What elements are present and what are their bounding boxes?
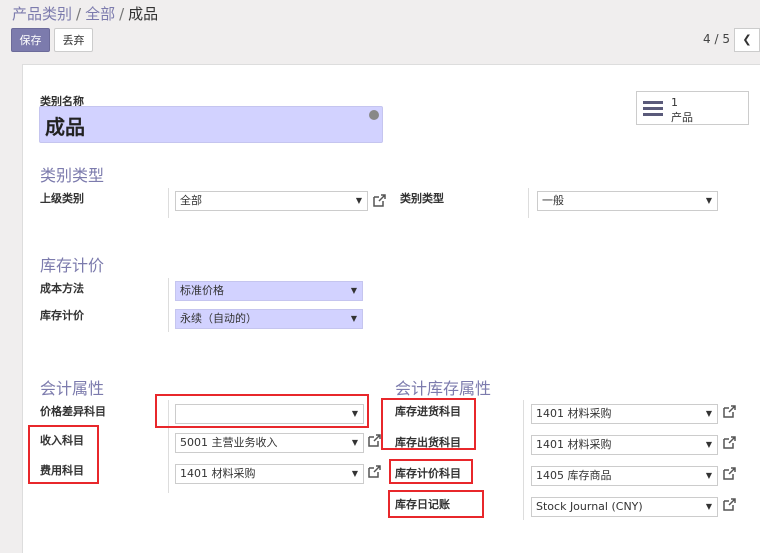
breadcrumb-separator: / <box>119 5 125 23</box>
category-name-input[interactable]: 成品 <box>39 106 383 143</box>
products-stat-button[interactable]: 1 产品 <box>636 91 749 125</box>
costing-method-value: 标准价格 <box>180 284 224 297</box>
caret-down-icon: ▼ <box>350 286 357 295</box>
inventory-valuation-label: 库存计价 <box>40 309 84 322</box>
caret-down-icon: ▼ <box>705 409 712 418</box>
external-link-icon[interactable] <box>722 498 736 512</box>
parent-category-value: 全部 <box>180 194 202 207</box>
field-divider <box>528 188 529 218</box>
external-link-icon[interactable] <box>722 405 736 419</box>
caret-down-icon: ▼ <box>351 469 358 478</box>
caret-down-icon: ▼ <box>350 314 357 323</box>
breadcrumb-separator: / <box>76 5 82 23</box>
costing-method-select[interactable]: 标准价格 ▼ <box>175 281 363 301</box>
caret-down-icon: ▼ <box>351 438 358 447</box>
discard-button[interactable]: 丢弃 <box>54 28 93 52</box>
pager-counter: 4 / 5 <box>703 32 730 46</box>
breadcrumb-root[interactable]: 产品类别 <box>12 5 72 23</box>
expense-account-value: 1401 材料采购 <box>180 467 256 480</box>
caret-down-icon: ▼ <box>355 196 362 205</box>
inventory-valuation-value: 永续（自动的） <box>180 312 257 325</box>
breadcrumb-current: 成品 <box>128 5 159 23</box>
breadcrumb: 产品类别 / 全部 / 成品 <box>12 3 158 24</box>
stock-journal-value: Stock Journal (CNY) <box>536 500 643 513</box>
products-count: 1 <box>671 96 678 109</box>
parent-category-select[interactable]: 全部 ▼ <box>175 191 368 211</box>
section-inventory-valuation: 库存计价 <box>40 256 105 275</box>
stock-output-account-value: 1401 材料采购 <box>536 438 612 451</box>
chevron-left-icon: ❮ <box>742 33 752 46</box>
category-type-value: 一般 <box>542 194 564 207</box>
field-divider <box>168 278 169 332</box>
stock-input-account-value: 1401 材料采购 <box>536 407 612 420</box>
costing-method-label: 成本方法 <box>40 282 84 295</box>
stock-valuation-account-select[interactable]: 1405 库存商品 ▼ <box>531 466 718 486</box>
pager-previous-button[interactable]: ❮ <box>734 28 760 52</box>
income-account-select[interactable]: 5001 主营业务收入 ▼ <box>175 433 364 453</box>
category-name-value: 成品 <box>45 115 85 139</box>
category-type-label: 类别类型 <box>400 192 444 205</box>
category-type-select[interactable]: 一般 ▼ <box>537 191 718 211</box>
highlight-box-stock-input-output <box>381 398 476 450</box>
products-stat-label: 产品 <box>671 111 693 124</box>
caret-down-icon: ▼ <box>705 440 712 449</box>
parent-category-label: 上级类别 <box>40 192 84 205</box>
caret-down-icon: ▼ <box>705 502 712 511</box>
section-category-type: 类别类型 <box>40 166 105 185</box>
external-link-icon[interactable] <box>367 434 381 448</box>
stock-journal-select[interactable]: Stock Journal (CNY) ▼ <box>531 497 718 517</box>
section-stock-account-properties: 会计库存属性 <box>395 379 492 398</box>
highlight-box-stock-journal <box>388 490 484 518</box>
external-link-icon[interactable] <box>367 465 381 479</box>
income-account-value: 5001 主营业务收入 <box>180 436 278 449</box>
breadcrumb-middle[interactable]: 全部 <box>85 5 115 23</box>
highlight-box-price-difference <box>155 394 369 428</box>
save-button[interactable]: 保存 <box>11 28 50 52</box>
highlight-box-stock-valuation <box>389 459 473 484</box>
external-link-icon[interactable] <box>722 467 736 481</box>
external-link-icon[interactable] <box>722 436 736 450</box>
inventory-valuation-select[interactable]: 永续（自动的） ▼ <box>175 309 363 329</box>
price-difference-account-label: 价格差异科目 <box>40 405 106 418</box>
stock-input-account-select[interactable]: 1401 材料采购 ▼ <box>531 404 718 424</box>
field-divider <box>523 400 524 520</box>
field-divider <box>168 188 169 218</box>
expense-account-select[interactable]: 1401 材料采购 ▼ <box>175 464 364 484</box>
translate-globe-icon[interactable] <box>369 110 379 120</box>
stock-valuation-account-value: 1405 库存商品 <box>536 469 612 482</box>
caret-down-icon: ▼ <box>705 471 712 480</box>
highlight-box-income-expense <box>28 425 99 484</box>
list-icon <box>643 101 663 116</box>
section-account-properties: 会计属性 <box>40 379 105 398</box>
external-link-icon[interactable] <box>372 194 386 208</box>
caret-down-icon: ▼ <box>705 196 712 205</box>
stock-output-account-select[interactable]: 1401 材料采购 ▼ <box>531 435 718 455</box>
